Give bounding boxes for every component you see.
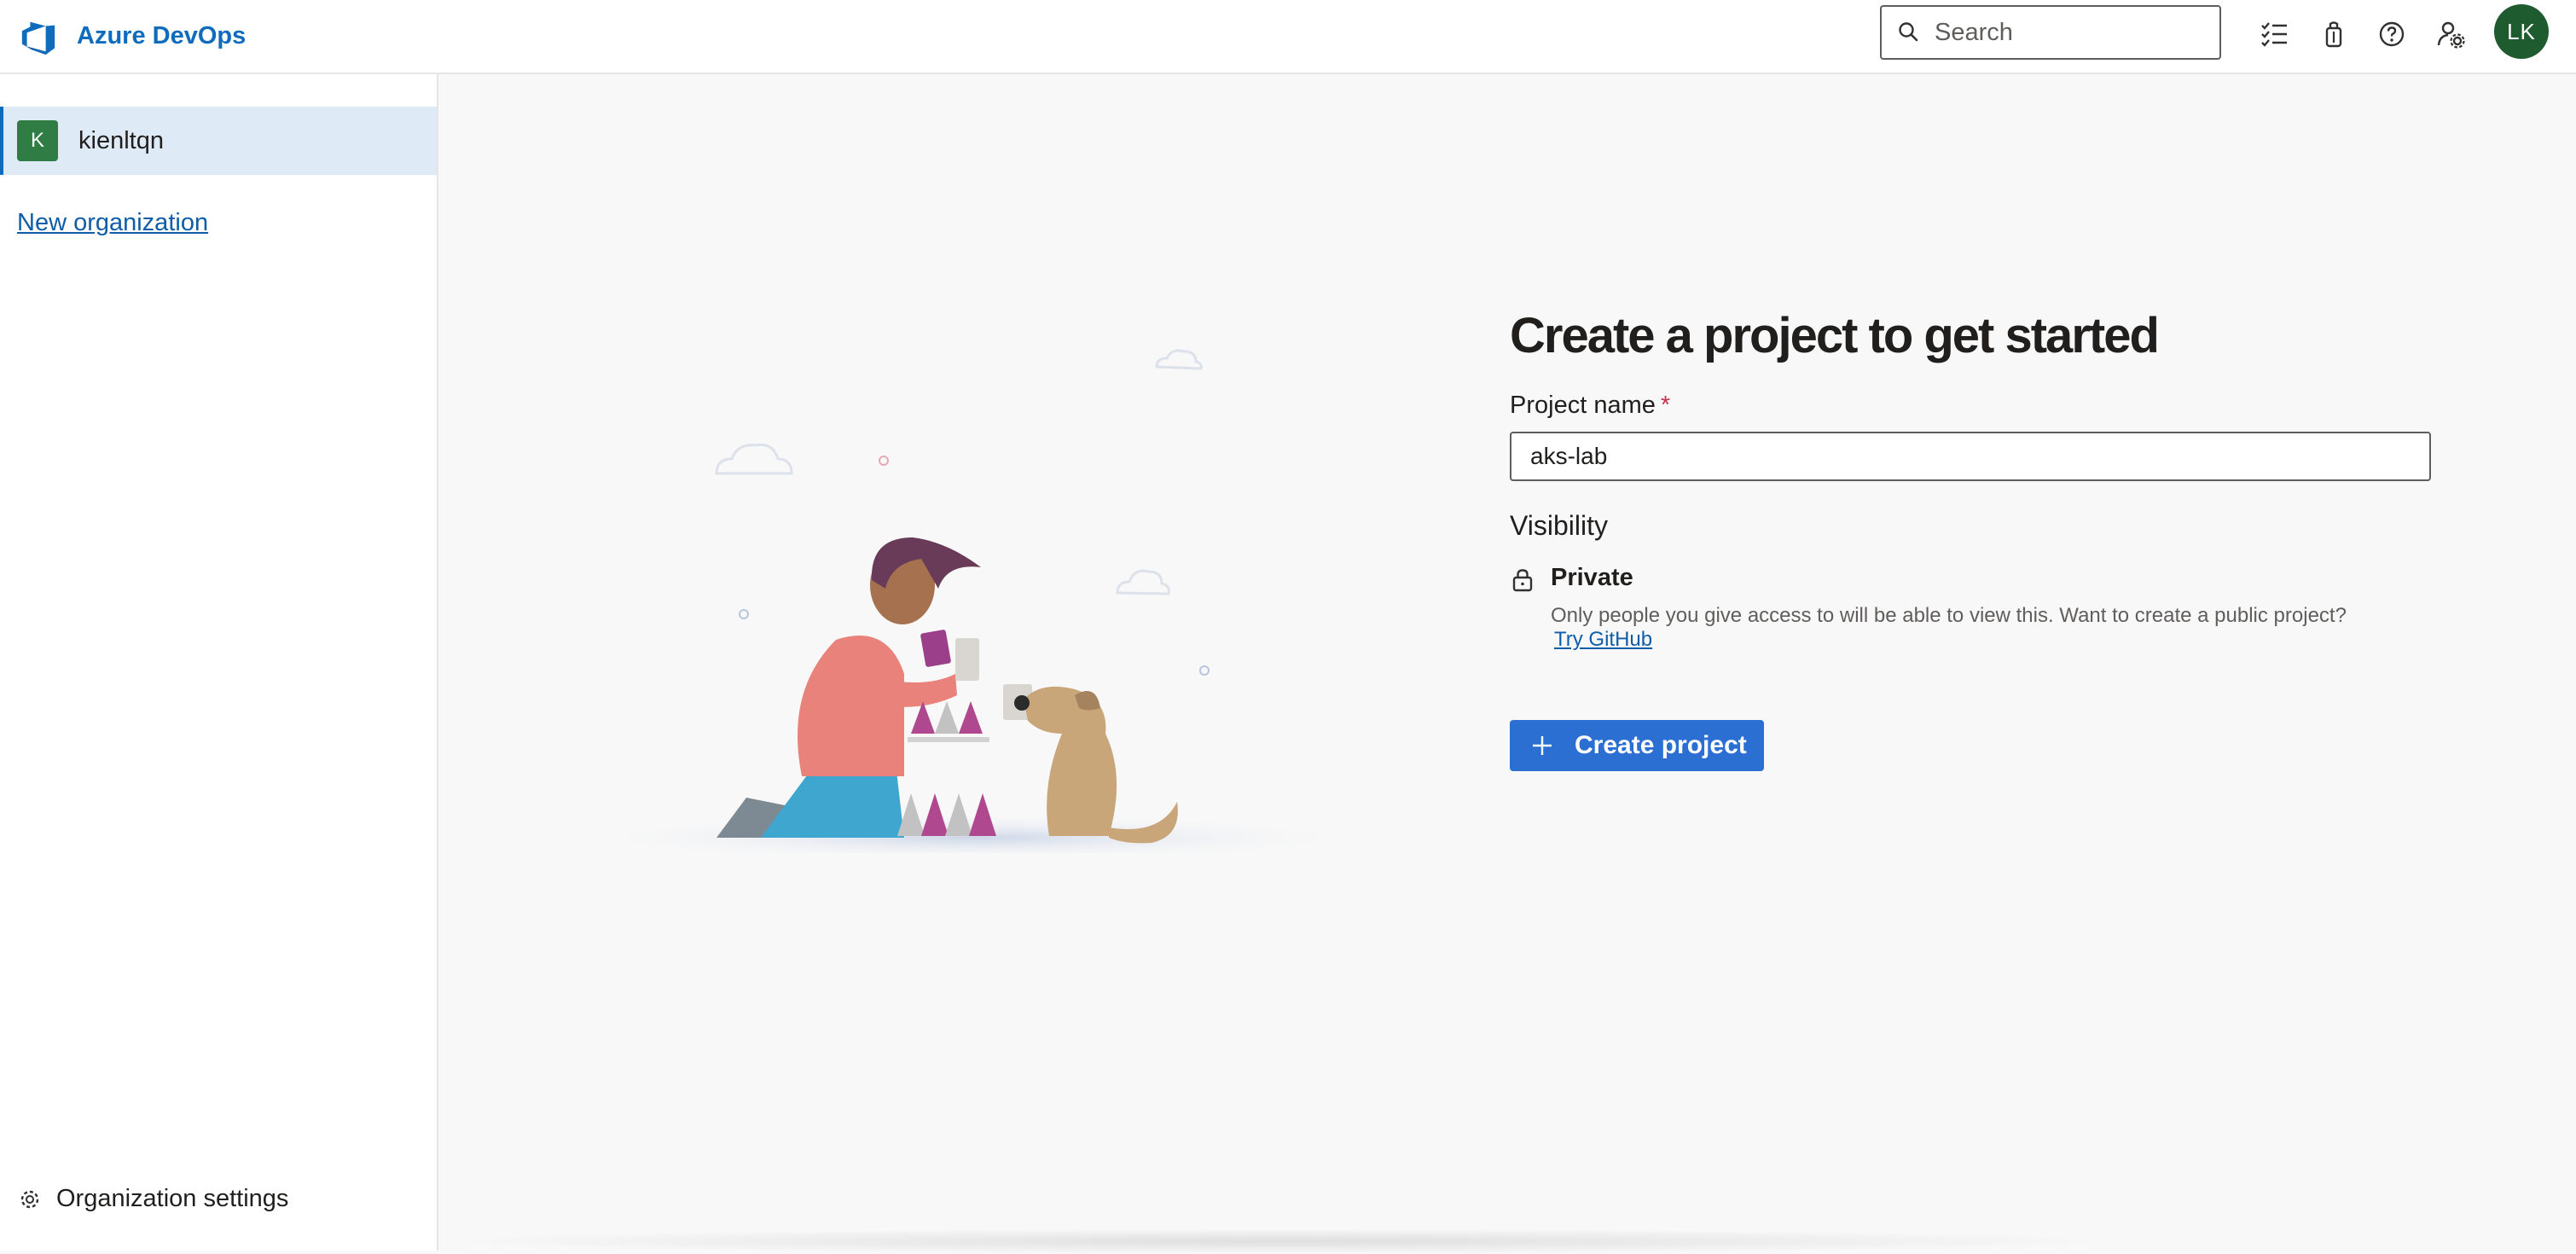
- required-marker: *: [1660, 392, 1671, 419]
- new-organization-link[interactable]: New organization: [17, 209, 208, 237]
- user-settings-icon[interactable]: [2434, 17, 2469, 51]
- search-icon: [1899, 22, 1918, 42]
- visibility-option-private[interactable]: Private Only people you give access to w…: [1510, 564, 2465, 652]
- project-name-input[interactable]: [1510, 432, 2431, 481]
- search-box[interactable]: [1880, 5, 2221, 60]
- page-title: Create a project to get started: [1510, 308, 2160, 363]
- visibility-description-text: Only people you give access to will be a…: [1551, 604, 2347, 627]
- visibility-heading: Visibility: [1510, 510, 1608, 541]
- sidebar-item-organization[interactable]: K kienltqn: [0, 107, 437, 175]
- create-project-panel: Create a project to get started Project …: [1510, 307, 2465, 771]
- org-name: kienltqn: [78, 126, 164, 154]
- visibility-description: Only people you give access to will be a…: [1551, 604, 2347, 652]
- work-items-icon[interactable]: [2257, 17, 2291, 51]
- org-avatar: K: [17, 120, 58, 161]
- gear-icon: [20, 1190, 39, 1208]
- plus-icon: [1533, 736, 1552, 755]
- house-of-cards-illustration: [571, 349, 1373, 853]
- user-avatar[interactable]: LK: [2494, 4, 2549, 59]
- create-project-label: Create project: [1575, 731, 1747, 759]
- visibility-option-label: Private: [1551, 564, 1633, 591]
- organization-settings-link[interactable]: Organization settings: [19, 1185, 288, 1213]
- sidebar: K kienltqn New organization Organization…: [0, 74, 438, 1251]
- user-avatar-initials: LK: [2507, 18, 2536, 44]
- org-avatar-initial: K: [30, 129, 44, 152]
- search-input[interactable]: [1935, 18, 2216, 47]
- brand-name: Azure DevOps: [77, 22, 247, 49]
- create-project-button[interactable]: Create project: [1510, 720, 1764, 771]
- organization-settings-label: Organization settings: [56, 1185, 289, 1212]
- project-name-label: Project name *: [1510, 392, 2465, 420]
- lock-icon: [1512, 569, 1533, 592]
- top-bar: Azure DevOps Search LK: [0, 0, 2576, 74]
- marketplace-icon[interactable]: [2317, 17, 2351, 51]
- visibility-text: Private Only people you give access to w…: [1551, 564, 2347, 652]
- help-icon[interactable]: [2375, 17, 2409, 51]
- project-name-label-text: Project name: [1510, 392, 1656, 419]
- azure-devops-logo-icon: [21, 21, 55, 55]
- brand[interactable]: Azure DevOps: [19, 17, 246, 56]
- try-github-link[interactable]: Try GitHub: [1554, 628, 1652, 652]
